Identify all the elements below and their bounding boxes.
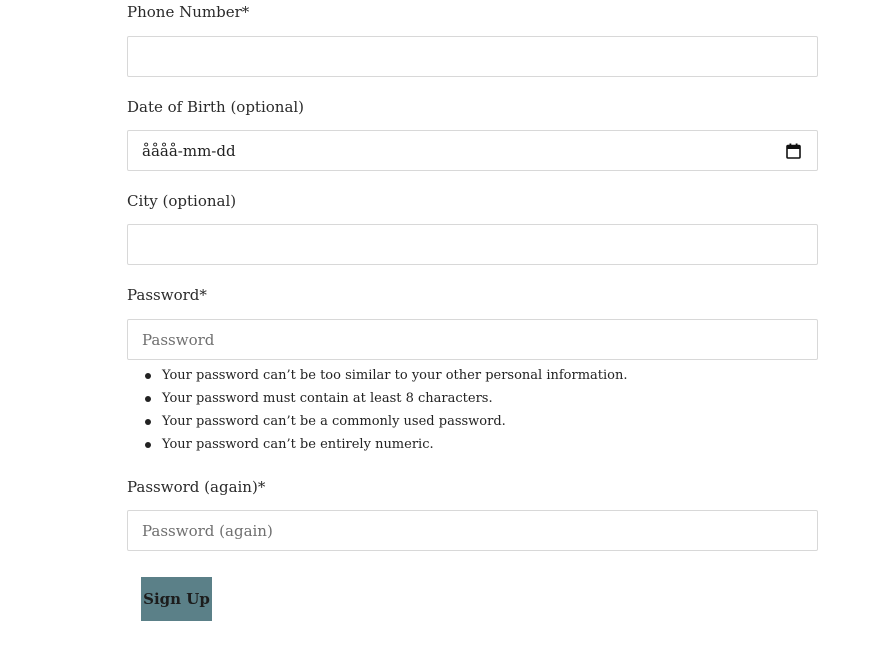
bullet — [145, 419, 151, 425]
password-help-text: Your password can’t be too similar to yo… — [162, 368, 628, 383]
bullet — [145, 442, 151, 448]
city-field[interactable] — [127, 224, 818, 265]
sign-up-button[interactable]: Sign Up — [141, 577, 212, 621]
password-help-list: Your password can’t be too similar to yo… — [127, 366, 628, 458]
bullet — [145, 373, 151, 379]
phone-number-label: Phone Number* — [127, 3, 250, 21]
password-placeholder: Password — [142, 331, 215, 349]
phone-number-field[interactable] — [127, 36, 818, 77]
date-of-birth-label: Date of Birth (optional) — [127, 98, 305, 116]
password-help-text: Your password can’t be entirely numeric. — [162, 437, 434, 452]
calendar-icon[interactable] — [786, 143, 801, 159]
password-again-field[interactable]: Password (again) — [127, 510, 818, 551]
password-label: Password* — [127, 286, 207, 304]
city-label: City (optional) — [127, 192, 237, 210]
password-help-item: Your password can’t be a commonly used p… — [127, 412, 628, 435]
bullet — [145, 396, 151, 402]
password-again-placeholder: Password (again) — [142, 522, 273, 540]
password-help-text: Your password must contain at least 8 ch… — [162, 391, 493, 406]
password-field[interactable]: Password — [127, 319, 818, 360]
date-of-birth-field[interactable]: åååå-mm-dd — [127, 130, 818, 171]
date-of-birth-value: åååå-mm-dd — [142, 142, 236, 160]
password-again-label: Password (again)* — [127, 478, 266, 496]
password-help-item: Your password can’t be too similar to yo… — [127, 366, 628, 389]
password-help-item: Your password can’t be entirely numeric. — [127, 435, 628, 458]
password-help-text: Your password can’t be a commonly used p… — [162, 414, 506, 429]
password-help-item: Your password must contain at least 8 ch… — [127, 389, 628, 412]
